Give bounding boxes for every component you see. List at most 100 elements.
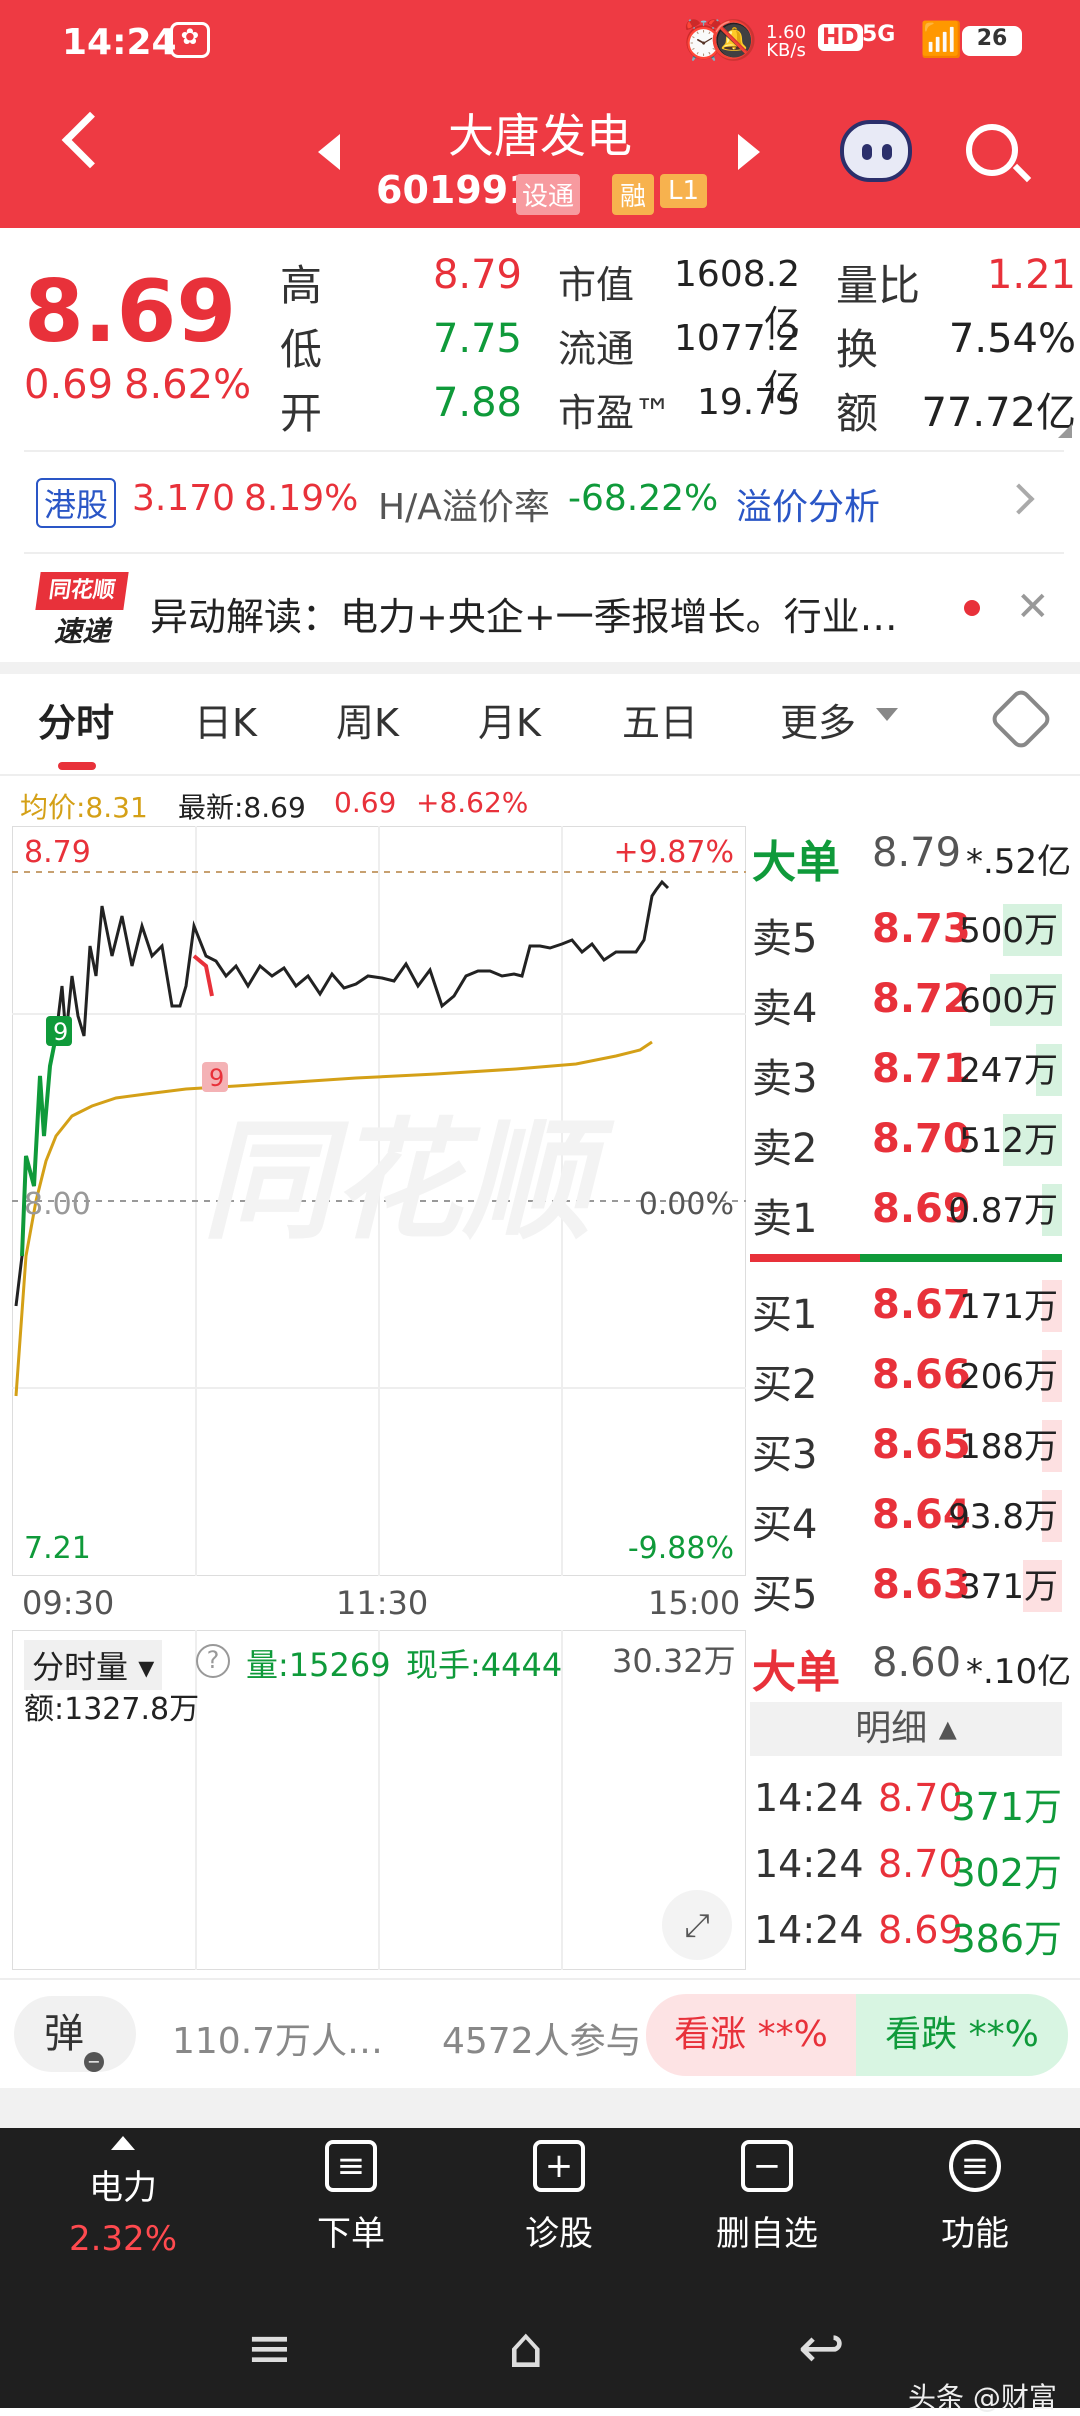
level-volume: 0.87万 bbox=[948, 1191, 1058, 1231]
asks-row[interactable]: 卖3 8.71 247万 bbox=[752, 1036, 1062, 1102]
system-home-icon[interactable]: ⌂ bbox=[508, 2316, 544, 2381]
participant-count: 4572人参与 bbox=[442, 2021, 642, 2062]
nav-remove-watchlist[interactable]: − 删自选 bbox=[692, 2140, 842, 2255]
asks-row[interactable]: 卖4 8.72 600万 bbox=[752, 966, 1062, 1032]
trade-time: 14:24 bbox=[754, 1908, 864, 1952]
quote-value: 8.79 bbox=[432, 252, 522, 298]
big-order-bottom-price: 8.60 bbox=[872, 1640, 962, 1686]
trade-time: 14:24 bbox=[754, 1776, 864, 1820]
level-volume: 247万 bbox=[959, 1051, 1058, 1091]
chart-marker-red[interactable]: 9 bbox=[202, 1062, 228, 1092]
nav-remove-watchlist-label: 删自选 bbox=[716, 2214, 818, 2254]
tab-3[interactable]: 月K bbox=[478, 692, 541, 747]
level-volume: 371万 bbox=[959, 1567, 1058, 1607]
level-volume: 93.8万 bbox=[948, 1497, 1058, 1537]
asks-row[interactable]: 卖1 8.69 0.87万 bbox=[752, 1176, 1062, 1242]
bullet-comment-toggle[interactable]: 弹− bbox=[14, 1996, 136, 2072]
nav-order[interactable]: ≡ 下单 bbox=[276, 2140, 426, 2255]
unread-dot bbox=[964, 600, 980, 616]
quote-label: 开 bbox=[280, 389, 323, 438]
robot-assistant-icon[interactable] bbox=[840, 120, 912, 182]
detail-toggle[interactable]: 明细 ▴ bbox=[750, 1702, 1062, 1756]
remove-watchlist-icon: − bbox=[741, 2140, 793, 2192]
chevron-right-icon[interactable] bbox=[1003, 483, 1035, 515]
chart-change: 0.69 bbox=[334, 786, 397, 819]
back-icon[interactable] bbox=[61, 111, 119, 169]
premium-label: H/A溢价率 bbox=[378, 487, 550, 528]
bullish-button[interactable]: 看涨 **% bbox=[646, 1994, 856, 2076]
turnover-value: 1.21 bbox=[986, 252, 1076, 298]
hk-pct: 8.19% bbox=[244, 478, 359, 519]
tab-4[interactable]: 五日 bbox=[622, 692, 698, 747]
trade-price: 8.70 bbox=[878, 1776, 963, 1820]
nav-functions[interactable]: ≡ 功能 bbox=[900, 2140, 1050, 2255]
bids-row[interactable]: 买4 8.64 93.8万 bbox=[752, 1482, 1062, 1548]
divider bbox=[24, 552, 1064, 554]
wifi-icon: 📶 bbox=[920, 20, 963, 60]
level-label: 买1 bbox=[752, 1292, 818, 1338]
quote-value: 7.75 bbox=[432, 316, 522, 362]
asks-row[interactable]: 卖5 8.73 500万 bbox=[752, 896, 1062, 962]
signal-icon: 5G bbox=[862, 22, 896, 47]
turnover-value: 77.72亿 bbox=[921, 390, 1076, 436]
search-icon[interactable] bbox=[966, 124, 1018, 176]
expand-corner-icon[interactable] bbox=[1058, 424, 1072, 438]
latest-price-label: 最新:8.69 bbox=[178, 791, 306, 824]
level-label: 卖1 bbox=[752, 1196, 818, 1242]
tab-5[interactable]: 更多 bbox=[780, 692, 856, 747]
next-stock-icon[interactable] bbox=[738, 134, 760, 170]
big-order-bottom-value: *.10亿 bbox=[966, 1652, 1072, 1692]
trade-time: 14:24 bbox=[754, 1842, 864, 1886]
intraday-chart[interactable]: 同花顺 9 9 8.79 8.00 7.21 +9.87% 0.00% -9.8… bbox=[12, 826, 746, 1576]
section-gap bbox=[0, 662, 1080, 674]
level-label: 买4 bbox=[752, 1502, 818, 1548]
nav-sector[interactable]: 电力 2.32% bbox=[48, 2136, 198, 2259]
turnover-label: 换 bbox=[836, 325, 879, 374]
bids-row[interactable]: 买5 8.63 371万 bbox=[752, 1552, 1062, 1618]
valuation-label: 市值 bbox=[558, 263, 635, 307]
hk-price: 3.170 bbox=[132, 478, 236, 519]
close-icon[interactable]: ✕ bbox=[1016, 584, 1050, 630]
watermark: 同花顺 bbox=[202, 1105, 615, 1257]
footer-watermark: 头条 @财富 bbox=[908, 2381, 1057, 2414]
nav-diagnose[interactable]: + 诊股 bbox=[484, 2140, 634, 2255]
big-order-bottom-label: 大单 bbox=[752, 1647, 840, 1698]
prev-stock-icon[interactable] bbox=[318, 134, 340, 170]
stock-title: 大唐发电 bbox=[448, 109, 632, 163]
tab-active-indicator bbox=[58, 762, 96, 770]
volume-selector[interactable]: 分时量 ▾ bbox=[24, 1640, 163, 1690]
system-back-icon[interactable]: ↩ bbox=[798, 2316, 845, 2381]
bids-row[interactable]: 买3 8.65 188万 bbox=[752, 1412, 1062, 1478]
settings-icon[interactable] bbox=[988, 686, 1054, 752]
current-price: 8.69 bbox=[24, 262, 237, 362]
volume-value: 量:15269 bbox=[246, 1646, 391, 1684]
pct-label-mid: 0.00% bbox=[639, 1187, 734, 1222]
bids-row[interactable]: 买1 8.67 171万 bbox=[752, 1272, 1062, 1338]
hk-tag: 港股 bbox=[36, 478, 117, 528]
chart-marker-green[interactable]: 9 bbox=[46, 1016, 72, 1046]
tab-2[interactable]: 周K bbox=[336, 692, 399, 747]
system-menu-icon[interactable]: ≡ bbox=[246, 2316, 293, 2381]
x-label-end: 15:00 bbox=[648, 1584, 741, 1622]
quote-value: 7.88 bbox=[432, 380, 522, 426]
volume-selector-label: 分时量 bbox=[32, 1648, 129, 1686]
detail-toggle-label: 明细 bbox=[855, 1708, 928, 1749]
diagnose-icon: + bbox=[533, 2140, 585, 2192]
valuation-label: 流通 bbox=[558, 327, 635, 371]
trade-volume: 302万 bbox=[951, 1851, 1062, 1895]
nav-diagnose-label: 诊股 bbox=[525, 2214, 593, 2254]
nav-functions-label: 功能 bbox=[941, 2214, 1009, 2254]
ratio-bar-sell bbox=[750, 1254, 860, 1262]
tab-1[interactable]: 日K bbox=[194, 692, 257, 747]
fullscreen-icon[interactable]: ⤢ bbox=[662, 1890, 732, 1960]
help-icon[interactable]: ? bbox=[196, 1644, 230, 1678]
bids-row[interactable]: 买2 8.66 206万 bbox=[752, 1342, 1062, 1408]
news-headline[interactable]: 异动解读：电力+央企+一季报增长。行业… bbox=[150, 586, 970, 641]
asks-row[interactable]: 卖2 8.70 512万 bbox=[752, 1106, 1062, 1172]
trade-price: 8.69 bbox=[878, 1908, 963, 1952]
bearish-button[interactable]: 看跌 **% bbox=[856, 1994, 1068, 2076]
premium-analysis-link[interactable]: 溢价分析 bbox=[736, 478, 880, 530]
nav-sector-label: 电力 bbox=[89, 2168, 157, 2208]
tab-0[interactable]: 分时 bbox=[38, 692, 114, 747]
y-label-mid: 8.00 bbox=[24, 1187, 91, 1222]
